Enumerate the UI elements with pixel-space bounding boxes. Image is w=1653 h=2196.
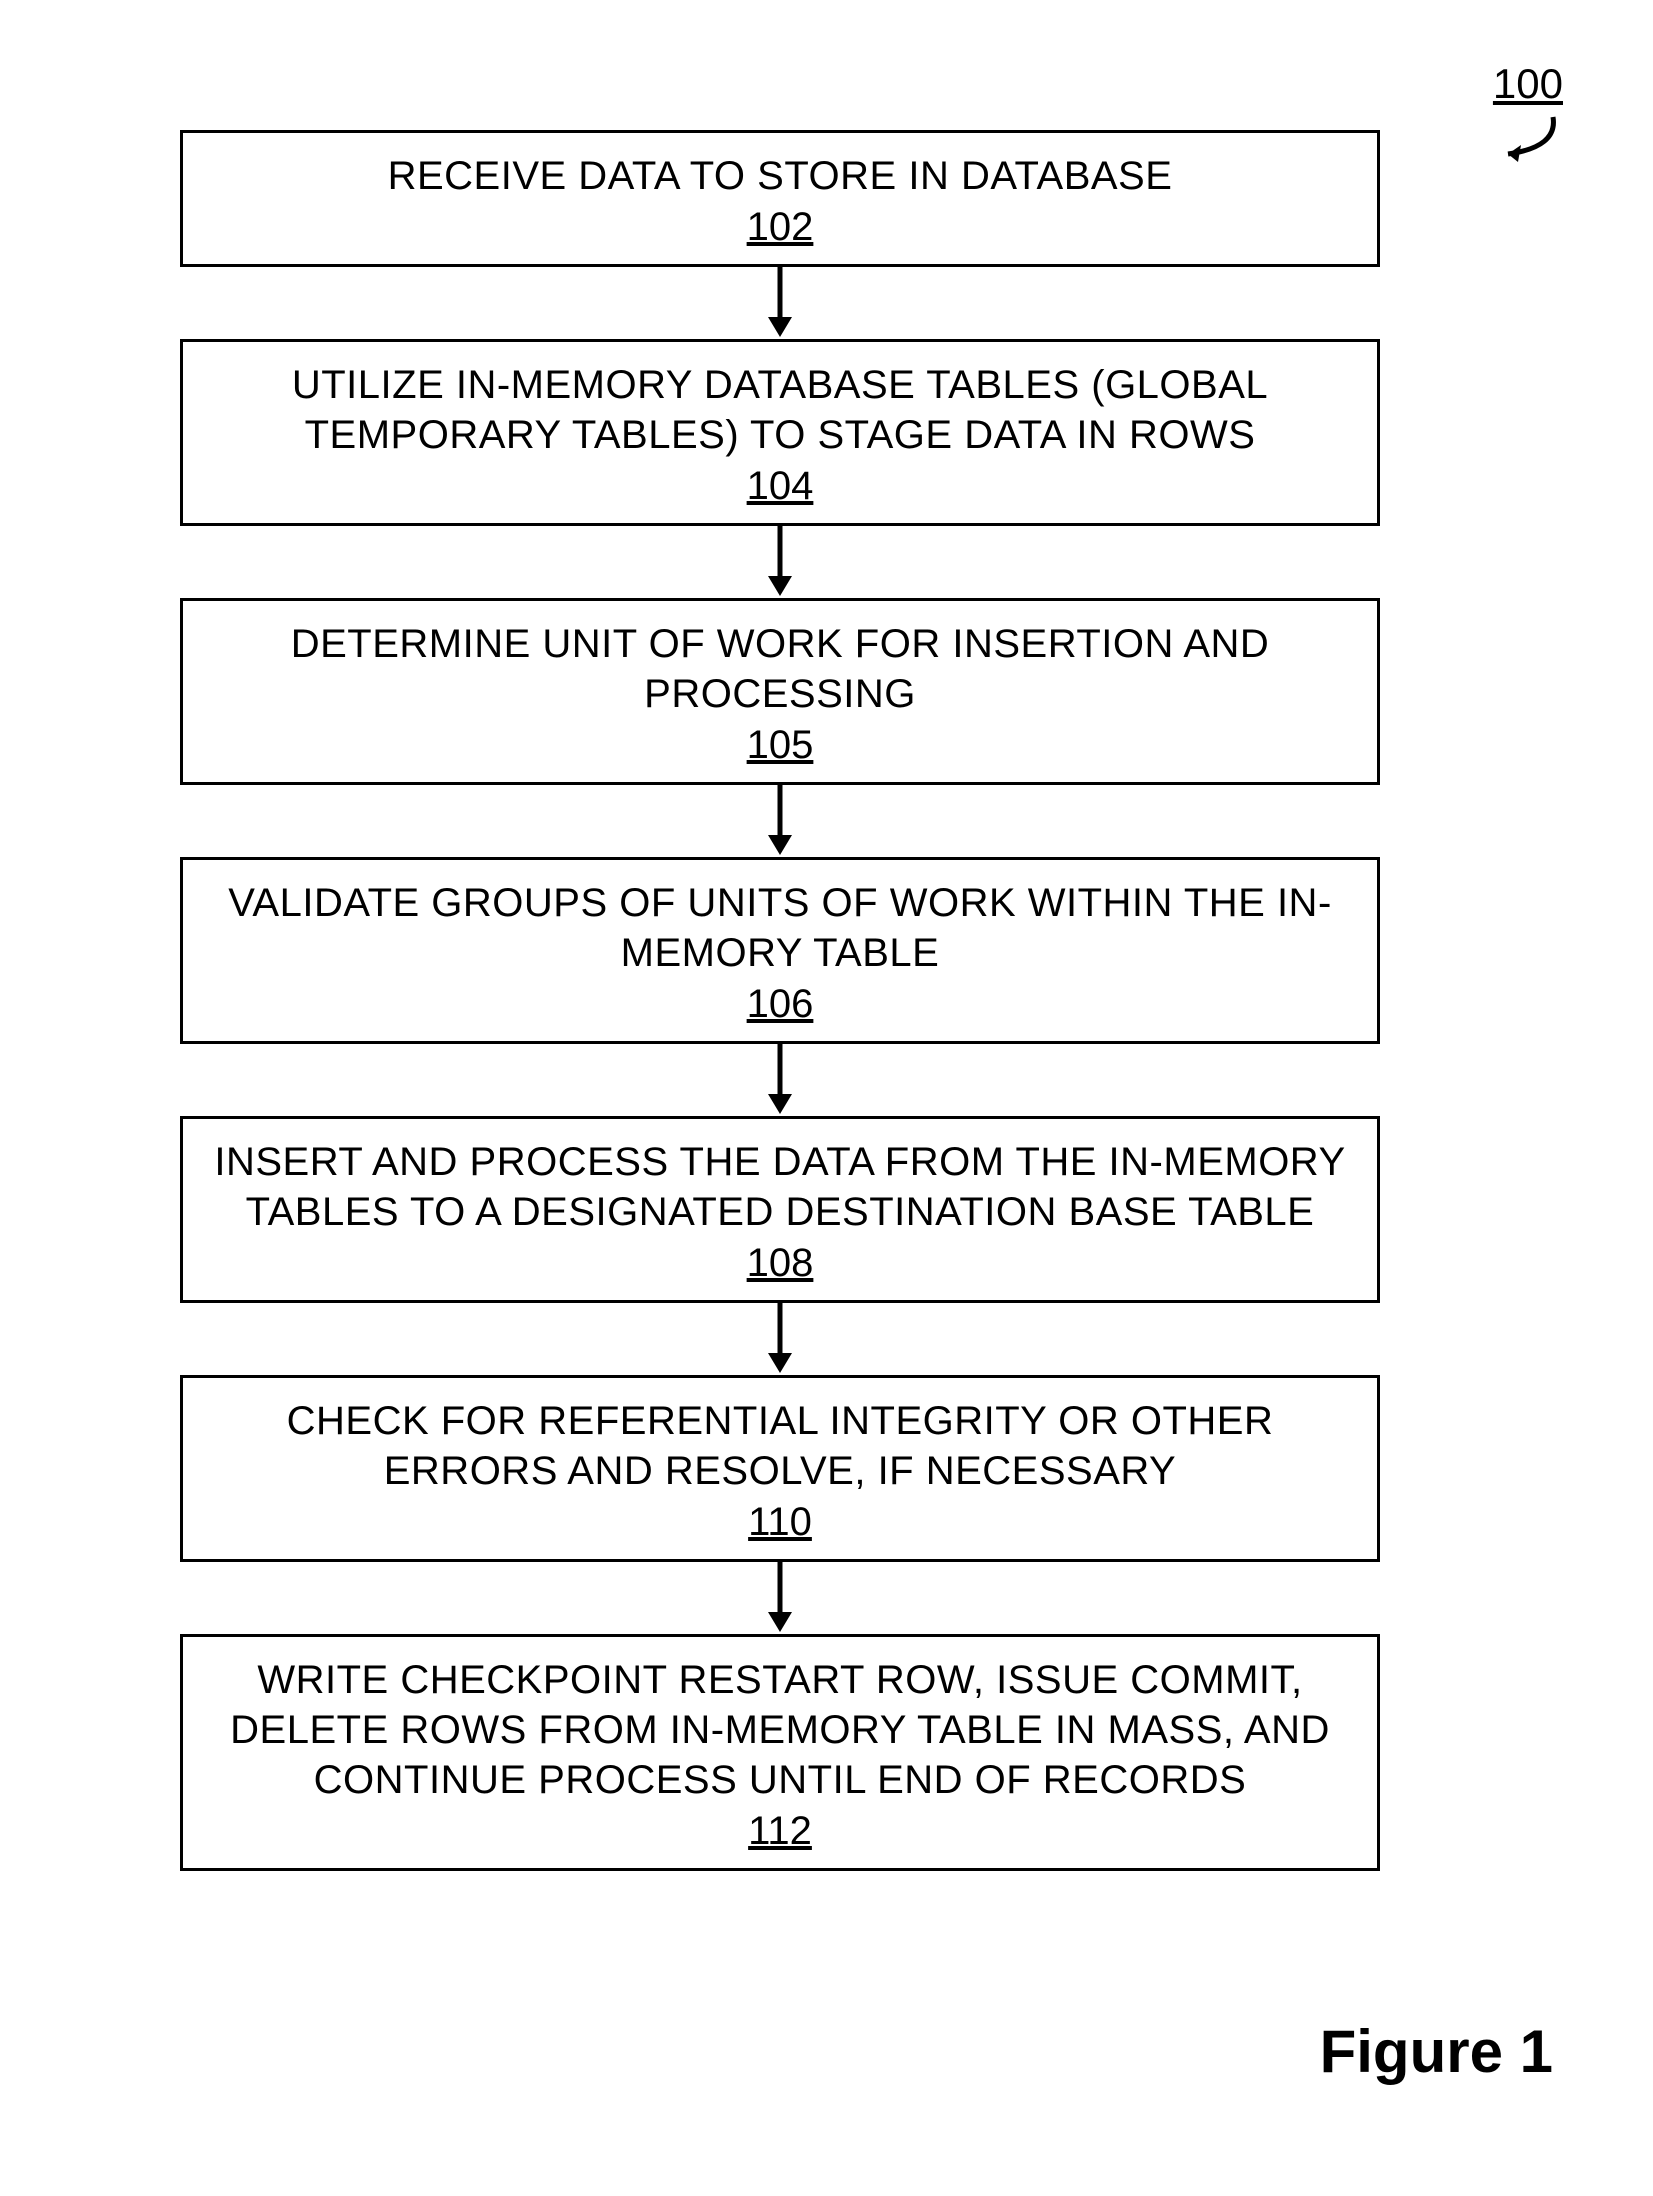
reference-number: 100 bbox=[1493, 60, 1563, 107]
flow-step-106: VALIDATE GROUPS OF UNITS OF WORK WITHIN … bbox=[180, 857, 1380, 1044]
flow-arrow-icon bbox=[180, 1562, 1380, 1634]
flow-step-110: CHECK FOR REFERENTIAL INTEGRITY OR OTHER… bbox=[180, 1375, 1380, 1562]
flow-step-text: INSERT AND PROCESS THE DATA FROM THE IN-… bbox=[213, 1137, 1347, 1237]
flow-step-text: CHECK FOR REFERENTIAL INTEGRITY OR OTHER… bbox=[213, 1396, 1347, 1496]
flow-step-104: UTILIZE IN-MEMORY DATABASE TABLES (GLOBA… bbox=[180, 339, 1380, 526]
reference-arrow-icon bbox=[1493, 112, 1563, 172]
flow-step-text: VALIDATE GROUPS OF UNITS OF WORK WITHIN … bbox=[213, 878, 1347, 978]
figure-label: Figure 1 bbox=[1320, 2017, 1553, 2086]
flow-step-108: INSERT AND PROCESS THE DATA FROM THE IN-… bbox=[180, 1116, 1380, 1303]
flow-arrow-icon bbox=[180, 1044, 1380, 1116]
flowchart: RECEIVE DATA TO STORE IN DATABASE 102 UT… bbox=[140, 130, 1420, 1871]
flow-step-105: DETERMINE UNIT OF WORK FOR INSERTION AND… bbox=[180, 598, 1380, 785]
flow-step-number: 110 bbox=[213, 1500, 1347, 1545]
flow-arrow-icon bbox=[180, 1303, 1380, 1375]
flow-arrow-icon bbox=[180, 785, 1380, 857]
flow-step-text: DETERMINE UNIT OF WORK FOR INSERTION AND… bbox=[213, 619, 1347, 719]
flow-step-text: RECEIVE DATA TO STORE IN DATABASE bbox=[213, 151, 1347, 201]
flow-step-number: 112 bbox=[213, 1809, 1347, 1854]
flow-step-number: 104 bbox=[213, 464, 1347, 509]
flow-step-number: 102 bbox=[213, 205, 1347, 250]
flow-step-number: 106 bbox=[213, 982, 1347, 1027]
flow-arrow-icon bbox=[180, 526, 1380, 598]
flow-arrow-icon bbox=[180, 267, 1380, 339]
flow-step-text: UTILIZE IN-MEMORY DATABASE TABLES (GLOBA… bbox=[213, 360, 1347, 460]
flow-step-number: 105 bbox=[213, 723, 1347, 768]
flow-step-number: 108 bbox=[213, 1241, 1347, 1286]
flow-step-text: WRITE CHECKPOINT RESTART ROW, ISSUE COMM… bbox=[213, 1655, 1347, 1805]
flow-step-102: RECEIVE DATA TO STORE IN DATABASE 102 bbox=[180, 130, 1380, 267]
flow-step-112: WRITE CHECKPOINT RESTART ROW, ISSUE COMM… bbox=[180, 1634, 1380, 1871]
reference-marker: 100 bbox=[1493, 60, 1563, 172]
